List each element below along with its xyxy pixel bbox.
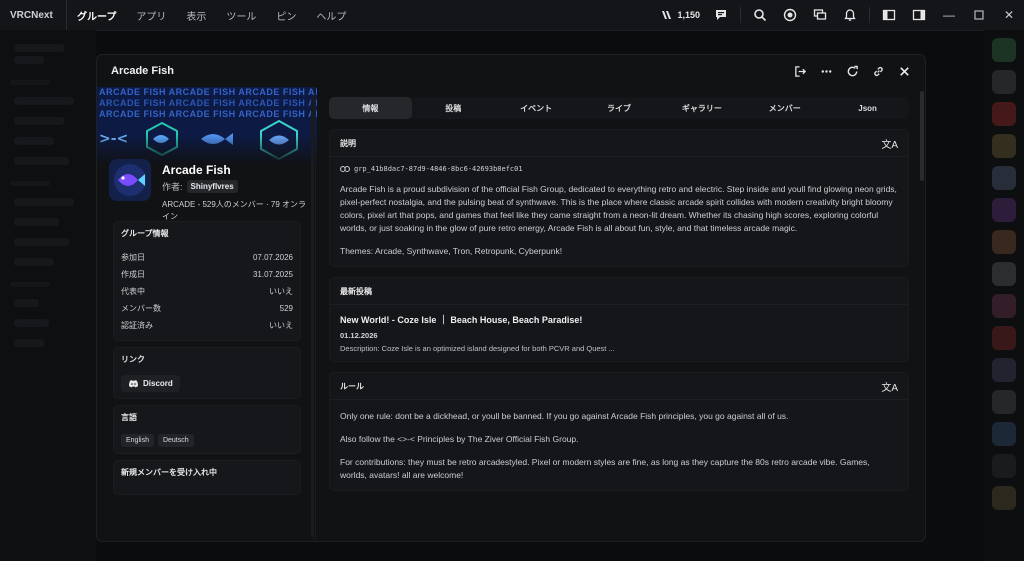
tab-info[interactable]: 情報 [329,97,412,119]
translate-icon[interactable]: 文A [881,379,898,394]
tab-live[interactable]: ライブ [578,97,661,119]
group-sidebar: ARCADE FISH ARCADE FISH ARCADE FISH ARCA… [97,87,317,541]
tab-events[interactable]: イベント [495,97,578,119]
tab-posts[interactable]: 投稿 [412,97,495,119]
menu-view[interactable]: 表示 [176,0,216,30]
separator [740,7,741,23]
fish-icon [114,164,146,196]
credits-display[interactable]: 1,150 [655,9,706,21]
description-title: 説明 [340,138,356,148]
separator [869,7,870,23]
right-panel-toggle-icon[interactable] [904,0,934,30]
links-title: リンク [121,355,145,364]
background-friends-column [984,30,1024,561]
language-chip: Deutsch [157,434,194,447]
minimize-icon[interactable]: — [934,0,964,30]
info-row-joined: 参加日 07.07.2026 [121,253,293,262]
tab-gallery[interactable]: ギャラリー [660,97,743,119]
title-bar: VRCNext グループ アプリ 表示 ツール ピン ヘルプ 1,150 — ✕ [0,0,1024,31]
search-icon[interactable] [745,0,775,30]
group-detail-modal: Arcade Fish ARCADE FISH ARCADE FISH ARCA… [96,54,926,542]
info-row-verified: 認証済み いいえ [121,321,293,330]
tab-json[interactable]: Json [826,97,909,119]
left-scrollbar[interactable] [311,97,314,537]
menu-pin[interactable]: ピン [266,0,306,30]
left-panel-toggle-icon[interactable] [874,0,904,30]
owner-chip[interactable]: Shinyflvres [186,180,238,193]
group-info-title: グループ情報 [121,229,169,238]
group-profile: Arcade Fish 作者: Shinyflvres ARCADE - 529… [97,159,317,221]
description-section: 説明 文A grp_41b8dac7-87d9-4846-8bc6-42693b… [329,129,909,267]
maximize-icon[interactable] [964,0,994,30]
info-row-representing: 代表中 いいえ [121,287,293,296]
translate-icon[interactable]: 文A [881,136,898,151]
menu-help[interactable]: ヘルプ [306,0,356,30]
copy-link-icon[interactable] [867,60,889,82]
status-icon[interactable] [775,0,805,30]
latest-post-title: 最新投稿 [340,286,372,296]
modal-title: Arcade Fish [111,65,174,77]
modal-actions [789,55,915,87]
rules-title: ルール [340,381,364,391]
group-avatar[interactable] [109,159,151,201]
modal-scrollbar[interactable] [920,91,924,181]
tab-bar: 情報 投稿 イベント ライブ ギャラリー メンバー Json [329,97,909,119]
rules-section: ルール 文A Only one rule: dont be a dickhead… [329,372,909,491]
link-icon [340,166,350,172]
app-name: VRCNext [10,9,53,21]
description-text: Arcade Fish is a proud subdivision of th… [340,184,897,233]
menu-bar: グループ アプリ 表示 ツール ピン ヘルプ [66,0,356,30]
menu-tools[interactable]: ツール [216,0,266,30]
languages-card: 言語 English Deutsch [113,405,301,454]
leave-group-icon[interactable] [789,60,811,82]
links-card: リンク Discord [113,347,301,399]
rules-text: Only one rule: dont be a dickhead, or yo… [340,411,789,421]
background-sidebar [0,30,96,561]
latest-post-section: 最新投稿 New World! - Coze Isle ｜ Beach Hous… [329,277,909,362]
post-description: Description: Coze Isle is an optimized i… [340,344,615,353]
tab-members[interactable]: メンバー [743,97,826,119]
messages-icon[interactable] [805,0,835,30]
refresh-icon[interactable] [841,60,863,82]
recruit-title: 新規メンバーを受け入れ中 [121,468,217,477]
group-banner: ARCADE FISH ARCADE FISH ARCADE FISH ARCA… [97,87,317,165]
group-content: 情報 投稿 イベント ライブ ギャラリー メンバー Json 説明 文A grp… [329,97,909,541]
column-divider [315,87,316,541]
owner-label: 作者: [162,182,183,192]
vrc-credits-icon [662,11,672,19]
bell-icon[interactable] [835,0,865,30]
language-chip: English [121,434,154,447]
recruit-card: 新規メンバーを受け入れ中 [113,460,301,495]
group-owner: 作者: Shinyflvres [162,180,238,193]
discord-link-button[interactable]: Discord [121,375,180,392]
menu-app[interactable]: アプリ [126,0,176,30]
menu-groups[interactable]: グループ [66,0,126,30]
discord-icon [129,380,138,388]
rules-text: For contributions: they must be retro ar… [340,457,870,480]
chat-icon[interactable] [706,0,736,30]
more-options-icon[interactable] [815,60,837,82]
info-row-created: 作成日 31.07.2025 [121,270,293,279]
close-window-icon[interactable]: ✕ [994,0,1024,30]
languages-title: 言語 [121,413,137,422]
group-id[interactable]: grp_41b8dac7-87d9-4846-8bc6-42693b8efc01 [340,165,898,173]
info-row-members: メンバー数 529 [121,304,293,313]
description-themes: Themes: Arcade, Synthwave, Tron, Retropu… [340,246,563,256]
group-info-card: グループ情報 参加日 07.07.2026 作成日 31.07.2025 代表中 いい… [113,221,301,341]
post-date: 01.12.2026 [340,331,378,340]
credits-value: 1,150 [677,10,700,20]
post-title[interactable]: New World! - Coze Isle ｜ Beach House, Be… [340,313,898,326]
modal-header: Arcade Fish [97,55,925,87]
group-stats: ARCADE - 529人のメンバー · 79 オンライン [162,200,307,221]
close-modal-icon[interactable] [893,60,915,82]
group-name: Arcade Fish [162,163,231,177]
rules-text: Also follow the <>-< Principles by The Z… [340,434,579,444]
